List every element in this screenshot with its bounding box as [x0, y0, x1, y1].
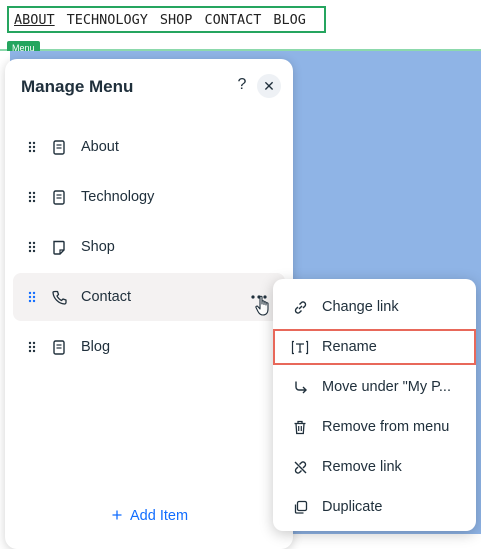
store-page-icon: [49, 240, 69, 255]
menu-item-shop[interactable]: Shop: [13, 223, 285, 271]
site-header: ABOUT TECHNOLOGY SHOP CONTACT BLOG: [0, 0, 481, 50]
page-icon: [49, 139, 69, 155]
drag-handle-icon[interactable]: [25, 241, 39, 253]
nav-link-contact[interactable]: CONTACT: [204, 12, 261, 28]
phone-icon: [49, 290, 69, 305]
unlink-icon: [290, 460, 310, 475]
menu-option-label: Remove from menu: [322, 419, 450, 435]
menu-item-label: Blog: [81, 339, 111, 355]
menu-item-about[interactable]: About: [13, 123, 285, 171]
menu-option-remove-link[interactable]: Remove link: [273, 449, 476, 485]
menu-item-contact[interactable]: Contact: [13, 273, 285, 321]
menu-item-technology[interactable]: Technology: [13, 173, 285, 221]
menu-option-duplicate[interactable]: Duplicate: [273, 489, 476, 525]
menu-item-blog[interactable]: Blog: [13, 323, 285, 371]
menu-option-label: Rename: [322, 339, 377, 355]
add-item-button[interactable]: Add Item: [112, 508, 188, 524]
menu-option-move-under[interactable]: Move under "My P...: [273, 369, 476, 405]
drag-handle-icon[interactable]: [25, 291, 39, 303]
menu-option-remove-from-menu[interactable]: Remove from menu: [273, 409, 476, 445]
menu-item-label: Contact: [81, 289, 131, 305]
add-item-label: Add Item: [130, 508, 189, 524]
menu-item-label: Technology: [81, 189, 155, 205]
link-icon: [290, 300, 310, 315]
hand-cursor-icon: [255, 295, 271, 322]
manage-menu-panel: Manage Menu ? ✕ About Technology Shop Co…: [5, 59, 293, 549]
trash-icon: [290, 420, 310, 435]
panel-title: Manage Menu: [21, 77, 134, 96]
plus-icon: [112, 508, 122, 524]
menu-option-label: Move under "My P...: [322, 379, 451, 395]
menu-option-label: Change link: [322, 299, 399, 315]
page-icon: [49, 189, 69, 205]
nav-link-technology[interactable]: TECHNOLOGY: [67, 12, 148, 28]
nav-link-about[interactable]: ABOUT: [14, 12, 55, 28]
menu-item-label: About: [81, 139, 119, 155]
close-icon: ✕: [263, 77, 275, 94]
menu-option-rename[interactable]: Rename: [273, 329, 476, 365]
drag-handle-icon[interactable]: [25, 191, 39, 203]
menu-option-label: Duplicate: [322, 499, 383, 515]
drag-handle-icon[interactable]: [25, 141, 39, 153]
nav-link-blog[interactable]: BLOG: [273, 12, 306, 28]
menu-option-change-link[interactable]: Change link: [273, 289, 476, 325]
item-actions-menu: Change link Rename Move under "My P... R…: [273, 279, 476, 531]
nav-link-shop[interactable]: SHOP: [160, 12, 193, 28]
drag-handle-icon[interactable]: [25, 341, 39, 353]
rename-icon: [290, 340, 310, 355]
menu-item-label: Shop: [81, 239, 115, 255]
close-button[interactable]: ✕: [257, 74, 281, 98]
duplicate-icon: [290, 500, 310, 515]
move-under-icon: [290, 380, 310, 395]
site-menu[interactable]: ABOUT TECHNOLOGY SHOP CONTACT BLOG: [7, 6, 326, 33]
help-button[interactable]: ?: [234, 76, 250, 96]
page-icon: [49, 339, 69, 355]
menu-option-label: Remove link: [322, 459, 402, 475]
